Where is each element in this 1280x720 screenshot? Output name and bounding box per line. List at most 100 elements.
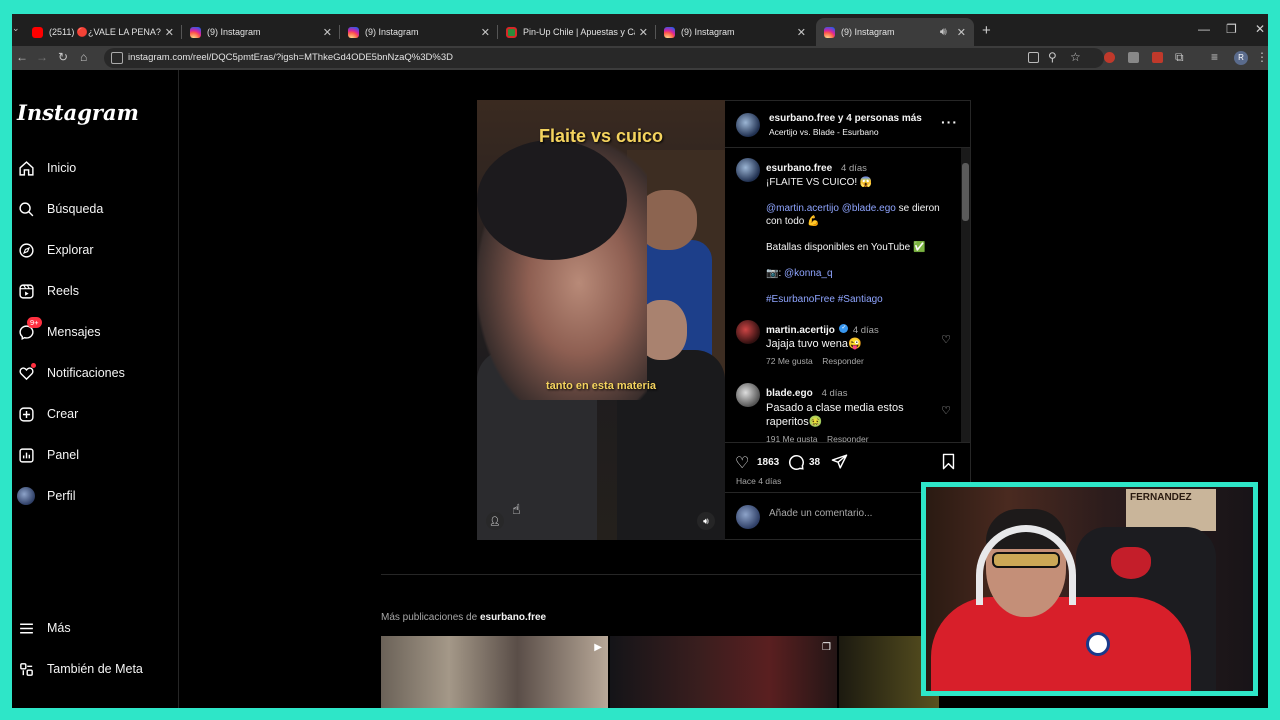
- save-bookmark-icon[interactable]: [941, 453, 956, 475]
- commenter-avatar[interactable]: [736, 320, 760, 344]
- menu-icon: [17, 619, 35, 637]
- share-icon[interactable]: [831, 453, 848, 475]
- nav-crear[interactable]: Crear: [17, 400, 78, 428]
- search-icon: [17, 200, 35, 218]
- reel-title-overlay: Flaite vs cuico: [538, 126, 664, 146]
- more-options-icon[interactable]: ···: [941, 114, 958, 130]
- tab-search-chevron-icon[interactable]: ⌄: [12, 23, 20, 34]
- mention-link[interactable]: @martin.acertijo: [766, 203, 839, 214]
- bookmark-star-icon[interactable]: ☆: [1070, 50, 1081, 64]
- extensions-puzzle-icon[interactable]: ⧉: [1175, 50, 1184, 65]
- browser-tab[interactable]: (9) Instagram ✕: [656, 18, 814, 46]
- author-username[interactable]: esurbano.free: [769, 113, 835, 124]
- comment-username[interactable]: martin.acertijo: [766, 325, 835, 336]
- tagged-users-icon[interactable]: 👤︎: [486, 512, 504, 530]
- instagram-icon: [664, 26, 675, 38]
- mention-link[interactable]: @konna_q: [784, 268, 833, 279]
- browser-tab[interactable]: (9) Instagram ✕: [182, 18, 340, 46]
- speaker-icon[interactable]: 🔊︎: [940, 26, 947, 39]
- reply-button[interactable]: Responder: [827, 434, 869, 442]
- maximize-icon[interactable]: ❐: [1226, 22, 1237, 36]
- verified-badge-icon: ✓: [839, 324, 849, 334]
- add-comment-input[interactable]: Añade un comentario...: [769, 508, 872, 519]
- caption-username[interactable]: esurbano.free: [766, 163, 832, 174]
- home-icon: [17, 159, 35, 177]
- post-thumbnail[interactable]: ❐: [610, 636, 837, 708]
- nav-notificaciones[interactable]: Notificaciones: [17, 359, 125, 387]
- install-app-icon[interactable]: [1028, 52, 1039, 63]
- like-comment-icon[interactable]: ♡: [941, 333, 951, 346]
- nav-inicio[interactable]: Inicio: [17, 154, 76, 182]
- reel-video[interactable]: Flaite vs cuico tanto en esta materia 👤︎…: [477, 100, 725, 540]
- reel-indicator-icon: ▶: [594, 642, 602, 653]
- home-icon[interactable]: ⌂: [80, 50, 87, 64]
- likes-count[interactable]: 1863: [757, 457, 779, 468]
- audio-link[interactable]: Acertijo vs. Blade - Esurbano: [769, 127, 879, 137]
- close-tab-icon[interactable]: ✕: [797, 26, 806, 39]
- zoom-icon[interactable]: ⚲: [1048, 50, 1057, 64]
- heart-icon: [17, 363, 36, 382]
- shirt-badge: [1086, 632, 1110, 656]
- new-tab-button[interactable]: +: [982, 22, 991, 39]
- reels-icon: [17, 282, 35, 300]
- nav-explorar[interactable]: Explorar: [17, 236, 94, 264]
- instagram-logo[interactable]: Instagram: [17, 100, 139, 125]
- comment-likes[interactable]: 191 Me gusta: [766, 434, 818, 442]
- minimize-icon[interactable]: —: [1198, 22, 1210, 36]
- volume-icon[interactable]: 🔊︎: [697, 512, 715, 530]
- more-posts-username[interactable]: esurbano.free: [480, 612, 546, 623]
- forward-icon[interactable]: →: [36, 50, 48, 64]
- comments-scrollbar-thumb[interactable]: [962, 163, 969, 221]
- nav-mensajes[interactable]: 9+ Mensajes: [17, 317, 101, 346]
- avatar-icon: [17, 487, 35, 505]
- browser-tab[interactable]: Pin-Up Chile | Apuestas y Casin ✕: [498, 18, 656, 46]
- nav-tambien-de-meta[interactable]: También de Meta: [17, 655, 143, 683]
- commenter-avatar[interactable]: [736, 383, 760, 407]
- close-window-icon[interactable]: ✕: [1255, 22, 1265, 36]
- nav-mas[interactable]: Más: [17, 614, 71, 642]
- extension-icon[interactable]: [1152, 52, 1163, 63]
- nav-reels[interactable]: Reels: [17, 277, 79, 305]
- section-divider: [381, 574, 941, 575]
- author-avatar[interactable]: [736, 158, 760, 182]
- address-bar[interactable]: instagram.com/reel/DQC5pmtEras/?igsh=MTh…: [104, 48, 1104, 68]
- plus-square-icon: [17, 405, 35, 423]
- browser-menu-icon[interactable]: ⋮: [1256, 50, 1268, 64]
- site-info-icon[interactable]: [111, 52, 123, 64]
- reply-button[interactable]: Responder: [822, 356, 864, 366]
- browser-tab[interactable]: (9) Instagram ✕: [340, 18, 498, 46]
- close-tab-icon[interactable]: ✕: [957, 26, 966, 39]
- back-icon[interactable]: ←: [16, 50, 28, 64]
- reading-list-icon[interactable]: ≡: [1211, 50, 1218, 64]
- comment-likes[interactable]: 72 Me gusta: [766, 356, 813, 366]
- comments-count: 38: [809, 457, 821, 468]
- like-icon[interactable]: ♡: [735, 453, 749, 473]
- nav-perfil[interactable]: Perfil: [17, 482, 75, 510]
- hashtags[interactable]: #EsurbanoFree #Santiago: [766, 293, 956, 306]
- instagram-icon: [824, 26, 835, 38]
- comment-username[interactable]: blade.ego: [766, 388, 813, 399]
- post-caption: esurbano.free 4 días ¡FLAITE VS CUICO! 😱…: [766, 158, 956, 306]
- extension-icon[interactable]: [1128, 52, 1139, 63]
- reload-icon[interactable]: ↻: [58, 50, 68, 64]
- meta-icon: [17, 660, 35, 678]
- extension-icon[interactable]: [1104, 52, 1115, 63]
- close-tab-icon[interactable]: ✕: [639, 26, 648, 39]
- browser-tab[interactable]: (2511) 🔴¿VALE LA PENA? CON ✕: [24, 18, 182, 46]
- profile-avatar[interactable]: R: [1234, 51, 1248, 65]
- browser-toolbar: ← → ↻ ⌂ instagram.com/reel/DQC5pmtEras/?…: [12, 46, 1268, 70]
- browser-tab-active[interactable]: (9) Instagram 🔊︎ ✕: [816, 18, 974, 46]
- author-avatar[interactable]: [736, 113, 760, 137]
- close-tab-icon[interactable]: ✕: [165, 26, 174, 39]
- comment-icon[interactable]: [787, 453, 805, 476]
- close-tab-icon[interactable]: ✕: [323, 26, 332, 39]
- pinup-icon: [506, 26, 517, 38]
- more-posts-heading: Más publicaciones de esurbano.free: [381, 612, 547, 623]
- nav-panel[interactable]: Panel: [17, 441, 79, 469]
- close-tab-icon[interactable]: ✕: [481, 26, 490, 39]
- nav-busqueda[interactable]: Búsqueda: [17, 195, 103, 223]
- mention-link[interactable]: @blade.ego: [842, 203, 896, 214]
- like-comment-icon[interactable]: ♡: [941, 404, 951, 417]
- post-thumbnail[interactable]: ▶: [381, 636, 608, 708]
- sidebar: Instagram Inicio Búsqueda Explorar Reels…: [12, 70, 179, 708]
